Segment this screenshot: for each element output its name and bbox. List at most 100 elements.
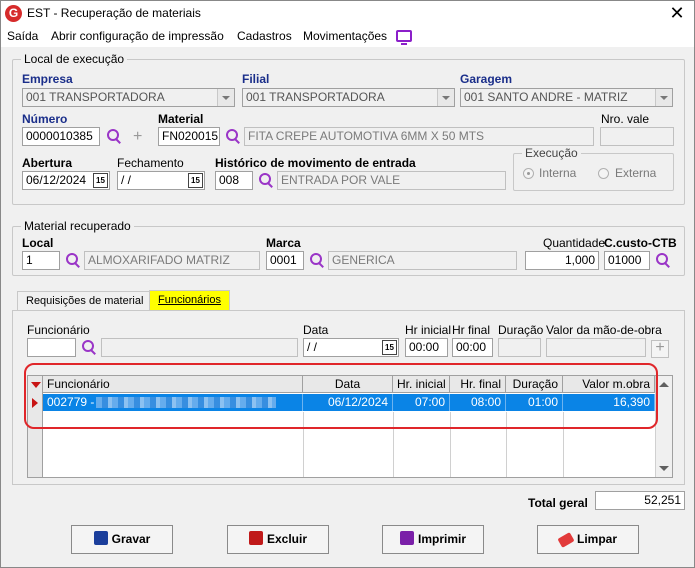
window-title: EST - Recuperação de materiais bbox=[27, 6, 201, 20]
radio-externa-label: Externa bbox=[615, 166, 657, 180]
ccusto-label: C.custo-CTB bbox=[604, 236, 677, 250]
valor-input[interactable] bbox=[546, 338, 646, 357]
nro-vale-input[interactable] bbox=[600, 127, 674, 146]
limpar-button[interactable]: Limpar bbox=[537, 525, 639, 554]
funcionario-name bbox=[101, 338, 298, 357]
duracao-label: Duração bbox=[498, 323, 544, 337]
chevron-down-icon[interactable] bbox=[217, 89, 234, 106]
monitor-icon[interactable] bbox=[396, 30, 412, 45]
abertura-date-input[interactable]: 06/12/2024 15 bbox=[22, 171, 110, 190]
local-label: Local bbox=[22, 236, 54, 250]
add-funcionario-button[interactable]: + bbox=[651, 340, 669, 358]
hr-inicial-label: Hr inicial bbox=[405, 323, 452, 337]
numero-label: Número bbox=[22, 112, 68, 126]
plus-icon[interactable]: + bbox=[133, 129, 142, 145]
search-icon[interactable] bbox=[225, 128, 241, 144]
hr-inicial-input[interactable]: 00:00 bbox=[405, 338, 448, 357]
garagem-select[interactable]: 001 SANTO ANDRE - MATRIZ bbox=[460, 88, 673, 107]
fechamento-value: / / bbox=[121, 173, 132, 187]
scroll-up-icon[interactable] bbox=[659, 382, 669, 387]
funcionario-code-input[interactable] bbox=[27, 338, 76, 357]
execucao-group: Execução Interna Externa bbox=[513, 146, 674, 191]
gravar-button[interactable]: Gravar bbox=[71, 525, 173, 554]
ccusto-input[interactable]: 01000 bbox=[604, 251, 650, 270]
excluir-label: Excluir bbox=[266, 532, 308, 546]
tab-funcionarios[interactable]: Funcionários bbox=[149, 290, 230, 310]
tab-requisicoes[interactable]: Requisições de material bbox=[17, 291, 153, 311]
calendar-icon[interactable]: 15 bbox=[93, 173, 108, 188]
eraser-icon bbox=[557, 532, 575, 548]
search-icon[interactable] bbox=[81, 339, 97, 355]
marca-label: Marca bbox=[266, 236, 301, 250]
numero-input[interactable]: 0000010385 bbox=[22, 127, 100, 146]
total-geral-value: 52,251 bbox=[595, 491, 685, 510]
menu-bar: Saída Abrir configuração de impressão Ca… bbox=[1, 27, 694, 47]
radio-interna[interactable] bbox=[523, 168, 534, 179]
filial-value: 001 TRANSPORTADORA bbox=[246, 90, 385, 104]
quantidade-input[interactable]: 1,000 bbox=[525, 251, 599, 270]
excluir-button[interactable]: Excluir bbox=[227, 525, 329, 554]
annotation-highlight bbox=[24, 363, 658, 429]
funcionarios-tab-panel: Funcionário Data / / 15 Hr inicial 00:00… bbox=[12, 310, 685, 485]
save-icon bbox=[93, 531, 108, 545]
radio-interna-label: Interna bbox=[539, 166, 577, 180]
trash-icon bbox=[248, 531, 263, 545]
execucao-title: Execução bbox=[522, 146, 581, 160]
garagem-value: 001 SANTO ANDRE - MATRIZ bbox=[464, 90, 628, 104]
chevron-down-icon[interactable] bbox=[655, 89, 672, 106]
hr-final-input[interactable]: 00:00 bbox=[452, 338, 493, 357]
search-icon[interactable] bbox=[65, 252, 81, 268]
empresa-select[interactable]: 001 TRANSPORTADORA bbox=[22, 88, 235, 107]
marca-code-input[interactable]: 0001 bbox=[266, 251, 304, 270]
main-window: G EST - Recuperação de materiais ✕ Saída… bbox=[0, 0, 695, 568]
filial-label: Filial bbox=[242, 72, 270, 86]
historico-code-input[interactable]: 008 bbox=[215, 171, 253, 190]
radio-externa[interactable] bbox=[598, 168, 609, 179]
local-execucao-title: Local de execução bbox=[21, 52, 128, 66]
data-value: / / bbox=[307, 340, 318, 354]
title-bar: G EST - Recuperação de materiais ✕ bbox=[1, 1, 694, 27]
garagem-label: Garagem bbox=[460, 72, 513, 86]
printer-icon bbox=[399, 531, 414, 545]
scroll-down-icon[interactable] bbox=[659, 466, 669, 471]
material-recuperado-group: Material recuperado Local 1 ALMOXARIFADO… bbox=[12, 219, 685, 276]
menu-movimentacoes[interactable]: Movimentações bbox=[303, 29, 387, 43]
app-logo-icon: G bbox=[5, 5, 22, 22]
imprimir-button[interactable]: Imprimir bbox=[382, 525, 484, 554]
gravar-label: Gravar bbox=[111, 532, 151, 546]
calendar-icon[interactable]: 15 bbox=[382, 340, 397, 355]
data-label: Data bbox=[303, 323, 329, 337]
filial-select[interactable]: 001 TRANSPORTADORA bbox=[242, 88, 455, 107]
empresa-label: Empresa bbox=[22, 72, 73, 86]
limpar-label: Limpar bbox=[576, 532, 617, 546]
menu-saida[interactable]: Saída bbox=[7, 29, 38, 43]
search-icon[interactable] bbox=[106, 128, 122, 144]
material-recuperado-title: Material recuperado bbox=[21, 219, 134, 233]
historico-description: ENTRADA POR VALE bbox=[277, 171, 506, 190]
valor-label: Valor da mão-de-obra bbox=[546, 323, 662, 337]
material-label: Material bbox=[158, 112, 204, 126]
empresa-value: 001 TRANSPORTADORA bbox=[26, 90, 165, 104]
close-icon[interactable]: ✕ bbox=[666, 3, 688, 23]
total-geral-label: Total geral bbox=[528, 496, 588, 510]
material-code-input[interactable]: FN020015 bbox=[158, 127, 220, 146]
quantidade-label: Quantidade bbox=[543, 236, 606, 250]
calendar-icon[interactable]: 15 bbox=[188, 173, 203, 188]
funcionario-label: Funcionário bbox=[27, 323, 90, 337]
material-description: FITA CREPE AUTOMOTIVA 6MM X 50 MTS bbox=[244, 127, 594, 146]
menu-abrir-configuracao[interactable]: Abrir configuração de impressão bbox=[51, 29, 224, 43]
search-icon[interactable] bbox=[309, 252, 325, 268]
hr-final-label: Hr final bbox=[452, 323, 491, 337]
abertura-label: Abertura bbox=[22, 156, 73, 170]
duracao-input bbox=[498, 338, 541, 357]
local-code-input[interactable]: 1 bbox=[22, 251, 60, 270]
chevron-down-icon[interactable] bbox=[437, 89, 454, 106]
fechamento-date-input[interactable]: / / 15 bbox=[117, 171, 205, 190]
fechamento-label: Fechamento bbox=[117, 156, 184, 170]
search-icon[interactable] bbox=[258, 172, 274, 188]
abertura-value: 06/12/2024 bbox=[26, 173, 87, 187]
search-icon[interactable] bbox=[655, 252, 671, 268]
local-description: ALMOXARIFADO MATRIZ bbox=[84, 251, 260, 270]
menu-cadastros[interactable]: Cadastros bbox=[237, 29, 292, 43]
data-input[interactable]: / / 15 bbox=[303, 338, 399, 357]
